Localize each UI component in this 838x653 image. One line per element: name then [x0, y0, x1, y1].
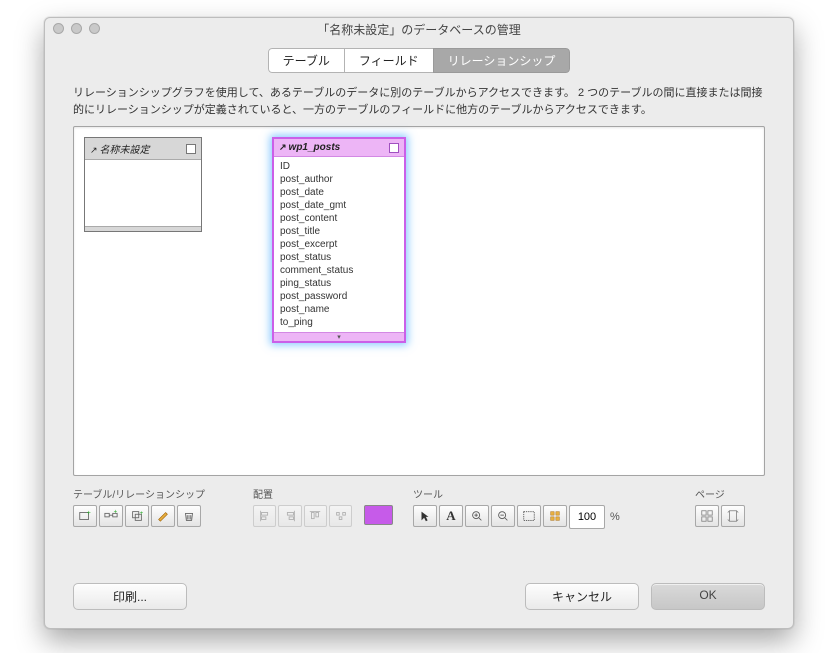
zoom-in-tool[interactable]	[465, 505, 489, 527]
field-row[interactable]: post_author	[280, 173, 398, 186]
group-label: ツール	[413, 486, 623, 501]
ok-button[interactable]: OK	[651, 583, 765, 610]
table-box-footer[interactable]	[85, 226, 201, 231]
svg-text:+: +	[114, 509, 118, 515]
collapse-icon[interactable]	[186, 144, 196, 154]
edit-button[interactable]	[151, 505, 175, 527]
duplicate-button[interactable]: +	[125, 505, 149, 527]
cancel-button[interactable]: キャンセル	[525, 583, 639, 610]
description-text: リレーションシップグラフを使用して、あるテーブルのデータに別のテーブルからアクセ…	[73, 85, 765, 118]
delete-button[interactable]	[177, 505, 201, 527]
table-box-wp1-posts[interactable]: ↗wp1_posts IDpost_authorpost_datepost_da…	[272, 137, 406, 343]
group-label: ページ	[695, 486, 745, 501]
table-box-body	[85, 160, 201, 226]
table-box-footer[interactable]: ▾	[274, 332, 404, 341]
percent-label: %	[610, 511, 620, 523]
tab-relationships[interactable]: リレーションシップ	[433, 48, 571, 73]
tab-fields[interactable]: フィールド	[344, 48, 434, 73]
print-button[interactable]: 印刷...	[73, 583, 187, 610]
align-left-button[interactable]	[253, 505, 276, 527]
tab-tables[interactable]: テーブル	[268, 48, 345, 73]
window-controls	[53, 23, 100, 34]
field-row[interactable]: post_date_gmt	[280, 199, 398, 212]
pointer-tool[interactable]	[413, 505, 437, 527]
bottom-toolbar: テーブル/リレーションシップ + + + 配置	[73, 486, 765, 529]
minimize-icon[interactable]	[71, 23, 82, 34]
fit-tool[interactable]	[517, 505, 541, 527]
zoom-input[interactable]	[569, 505, 605, 529]
zoom-out-tool[interactable]	[491, 505, 515, 527]
field-row[interactable]: post_password	[280, 290, 398, 303]
page-setup-button[interactable]	[721, 505, 745, 527]
field-row[interactable]: post_title	[280, 225, 398, 238]
svg-text:+: +	[87, 510, 91, 517]
table-box-title: wp1_posts	[289, 142, 341, 153]
add-relationship-button[interactable]: +	[99, 505, 123, 527]
field-row[interactable]: post_content	[280, 212, 398, 225]
field-row[interactable]: ID	[280, 160, 398, 173]
group-label: 配置	[253, 486, 393, 501]
field-row[interactable]: comment_status	[280, 264, 398, 277]
field-row[interactable]: post_excerpt	[280, 238, 398, 251]
zoom-icon[interactable]	[89, 23, 100, 34]
titlebar: 「名称未設定」のデータベースの管理	[45, 18, 793, 42]
color-swatch[interactable]	[364, 505, 393, 525]
dialog-buttons: 印刷... キャンセル OK	[73, 583, 765, 610]
relationship-canvas[interactable]: ↗名称未設定 ↗wp1_posts IDpost_authorpost_date…	[73, 126, 765, 476]
field-row[interactable]: post_status	[280, 251, 398, 264]
collapse-icon[interactable]	[389, 143, 399, 153]
field-row[interactable]: post_date	[280, 186, 398, 199]
close-icon[interactable]	[53, 23, 64, 34]
field-row[interactable]: post_name	[280, 303, 398, 316]
group-label: テーブル/リレーションシップ	[73, 486, 233, 501]
table-box-fields: IDpost_authorpost_datepost_date_gmtpost_…	[274, 157, 404, 332]
text-tool[interactable]: A	[439, 505, 463, 527]
select-all-tool[interactable]	[543, 505, 567, 527]
field-row[interactable]: ping_status	[280, 277, 398, 290]
table-box-unnamed[interactable]: ↗名称未設定	[84, 137, 202, 232]
page-breaks-button[interactable]	[695, 505, 719, 527]
distribute-button[interactable]	[329, 505, 352, 527]
align-top-button[interactable]	[304, 505, 327, 527]
dialog-window: 「名称未設定」のデータベースの管理 テーブル フィールド リレーションシップ リ…	[44, 17, 794, 629]
svg-text:+: +	[140, 510, 144, 517]
table-box-title: 名称未設定	[100, 145, 150, 156]
tab-bar: テーブル フィールド リレーションシップ	[45, 48, 793, 73]
field-row[interactable]: to_ping	[280, 316, 398, 329]
window-title: 「名称未設定」のデータベースの管理	[317, 23, 520, 37]
align-right-button[interactable]	[278, 505, 301, 527]
add-table-button[interactable]: +	[73, 505, 97, 527]
